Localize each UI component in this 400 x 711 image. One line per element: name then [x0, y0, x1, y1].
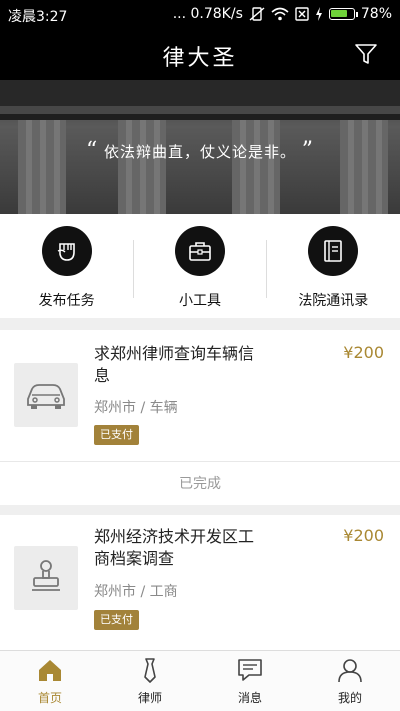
task-status: 已完成 — [0, 461, 400, 505]
task-card[interactable]: 求郑州律师查询车辆信 息 ¥200 郑州市 / 车辆 已支付 已完成 — [0, 330, 400, 505]
action-court-directory[interactable]: 法院通讯录 — [267, 214, 400, 318]
stamp-icon — [32, 560, 60, 591]
filter-icon[interactable] — [354, 42, 378, 66]
status-time: 凌晨3:27 — [8, 9, 68, 25]
fist-icon — [57, 243, 75, 261]
divider — [266, 240, 267, 298]
tab-profile[interactable]: 我的 — [300, 651, 400, 711]
task-price: ¥200 — [343, 343, 384, 362]
charging-icon — [315, 7, 322, 21]
action-label: 法院通讯录 — [298, 293, 369, 309]
app-title: 律大圣 — [162, 46, 238, 71]
payment-badge: 已支付 — [94, 610, 139, 630]
app-screen: 凌晨3:27 ... 0.78K/s 78% 律大圣 “ 依法辩曲直，仗义论是非… — [0, 0, 400, 711]
car-icon — [27, 384, 65, 409]
wifi-icon — [271, 7, 289, 21]
payment-badge: 已支付 — [94, 425, 139, 445]
status-bar: 凌晨3:27 ... 0.78K/s 78% — [0, 0, 400, 30]
action-publish-task[interactable]: 发布任务 — [0, 214, 133, 318]
quick-actions: 发布任务 小工具 法院通讯录 — [0, 214, 400, 318]
task-card[interactable]: 郑州经济技术开发区工 商档案调查 ¥200 郑州市 / 工商 已支付 — [0, 515, 400, 650]
tab-label: 消息 — [237, 691, 262, 705]
status-right: ... 0.78K/s 78% — [173, 6, 392, 22]
task-thumbnail — [14, 363, 78, 427]
action-tools[interactable]: 小工具 — [133, 214, 266, 318]
battery-percent: 78% — [360, 6, 392, 22]
app-header: 律大圣 — [0, 30, 400, 80]
task-price: ¥200 — [343, 526, 384, 545]
task-title: 求郑州律师查询车辆信 息 — [94, 344, 255, 385]
tab-messages[interactable]: 消息 — [200, 651, 300, 711]
task-thumbnail — [14, 546, 78, 610]
action-label: 小工具 — [178, 293, 221, 309]
tie-icon — [144, 658, 156, 683]
user-icon — [338, 659, 362, 683]
home-icon — [39, 660, 61, 681]
address-book-icon — [324, 240, 343, 262]
divider — [133, 240, 134, 298]
banner-slogan: “ 依法辩曲直，仗义论是非。 ” — [85, 138, 315, 163]
tab-label: 我的 — [337, 691, 362, 705]
tab-label: 首页 — [37, 691, 62, 705]
action-label: 发布任务 — [38, 293, 95, 309]
battery-icon — [328, 8, 358, 20]
banner[interactable]: “ 依法辩曲直，仗义论是非。 ” — [0, 80, 400, 214]
tab-home[interactable]: 首页 — [0, 651, 100, 711]
task-title: 郑州经济技术开发区工 商档案调查 — [94, 527, 255, 568]
tab-label: 律师 — [137, 691, 162, 705]
bottom-tab-bar: 首页 律师 消息 我的 — [0, 650, 400, 711]
vibrate-icon — [249, 7, 265, 21]
toolbox-icon — [189, 242, 211, 261]
task-location: 郑州市 / 车辆 — [94, 400, 178, 416]
tab-lawyers[interactable]: 律师 — [100, 651, 200, 711]
network-speed: ... 0.78K/s — [172, 6, 243, 22]
message-icon — [238, 659, 262, 681]
task-location: 郑州市 / 工商 — [94, 584, 178, 600]
banner-slogan-text: 依法辩曲直，仗义论是非。 — [103, 143, 296, 161]
no-sim-icon — [295, 7, 309, 21]
